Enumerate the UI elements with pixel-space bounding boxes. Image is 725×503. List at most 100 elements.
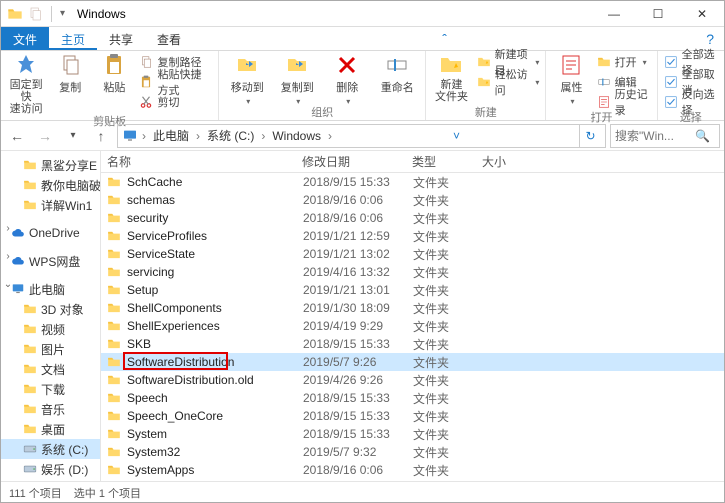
copy-to-button[interactable]: 复制到▾: [275, 53, 319, 106]
paste-button[interactable]: 粘贴: [95, 53, 133, 95]
up-button[interactable]: ↑: [89, 124, 113, 148]
table-row[interactable]: ShellExperiences2019/4/19 9:29文件夹: [101, 317, 724, 335]
table-row[interactable]: SKB2018/9/15 15:33文件夹: [101, 335, 724, 353]
nav-quick-3[interactable]: 详解Win1: [1, 195, 100, 215]
forward-button[interactable]: →: [33, 124, 57, 148]
nav-documents[interactable]: 文档: [1, 359, 100, 379]
history-button[interactable]: 历史记录: [597, 93, 651, 111]
folder-icon: [107, 373, 121, 387]
table-row[interactable]: ServiceState2019/1/21 13:02文件夹: [101, 245, 724, 263]
file-type: 文件夹: [413, 372, 483, 389]
ribbon: 固定到快 速访问 复制 粘贴 复制路径 粘贴快捷方式 剪切 剪贴板 移动到▾ 复…: [1, 51, 724, 121]
nav-quick-1[interactable]: 黑鲨分享E: [1, 155, 100, 175]
column-type[interactable]: 类型: [412, 153, 482, 170]
table-row[interactable]: SchCache2018/9/15 15:33文件夹: [101, 173, 724, 191]
file-name: System: [127, 427, 303, 441]
file-type: 文件夹: [413, 264, 483, 281]
paste-shortcut-button[interactable]: 粘贴快捷方式: [139, 73, 212, 91]
chevron-right-icon[interactable]: ›: [3, 223, 13, 234]
move-to-button[interactable]: 移动到▾: [225, 53, 269, 106]
table-row[interactable]: SoftwareDistribution2019/5/7 9:26文件夹: [101, 353, 724, 371]
table-row[interactable]: Speech_OneCore2018/9/15 15:33文件夹: [101, 407, 724, 425]
recent-locations-button[interactable]: ▾: [61, 124, 85, 148]
chevron-right-icon[interactable]: ›: [3, 251, 13, 262]
tab-file[interactable]: 文件: [1, 27, 49, 50]
close-button[interactable]: ✕: [680, 1, 724, 27]
file-date: 2018/9/16 0:06: [303, 211, 413, 225]
nav-pictures[interactable]: 图片: [1, 339, 100, 359]
table-row[interactable]: System322019/5/7 9:32文件夹: [101, 443, 724, 461]
file-type: 文件夹: [413, 318, 483, 335]
nav-onedrive[interactable]: OneDrive: [1, 223, 100, 243]
tab-home[interactable]: 主页: [49, 27, 97, 50]
folder-icon: [107, 265, 121, 279]
table-row[interactable]: SystemApps2018/9/16 0:06文件夹: [101, 461, 724, 479]
file-date: 2018/9/15 15:33: [303, 409, 413, 423]
crumb-drive[interactable]: 系统 (C:): [204, 127, 257, 144]
nav-videos[interactable]: 视频: [1, 319, 100, 339]
crumb-pc[interactable]: 此电脑: [150, 127, 192, 144]
column-name[interactable]: 名称: [107, 153, 302, 170]
open-button[interactable]: 打开▾: [597, 53, 651, 71]
qat-dropdown-icon[interactable]: ▾: [60, 8, 65, 19]
file-date: 2018/9/15 15:33: [303, 337, 413, 351]
file-date: 2018/9/15 15:33: [303, 175, 413, 189]
search-box[interactable]: 🔍: [610, 124, 720, 148]
nav-quick-2[interactable]: 教你电脑破: [1, 175, 100, 195]
invert-selection-button[interactable]: 反向选择: [664, 93, 718, 111]
search-input[interactable]: [615, 129, 695, 143]
table-row[interactable]: schemas2018/9/16 0:06文件夹: [101, 191, 724, 209]
properties-button[interactable]: 属性▾: [552, 53, 590, 106]
file-date: 2019/1/21 13:01: [303, 283, 413, 297]
delete-button[interactable]: 删除▾: [325, 53, 369, 106]
table-row[interactable]: servicing2019/4/16 13:32文件夹: [101, 263, 724, 281]
table-row[interactable]: Speech2018/9/15 15:33文件夹: [101, 389, 724, 407]
group-organize-label: 组织: [225, 106, 419, 120]
tab-share[interactable]: 共享: [97, 27, 145, 50]
column-size[interactable]: 大小: [482, 153, 724, 170]
copy-button[interactable]: 复制: [51, 53, 89, 95]
table-row[interactable]: System2018/9/15 15:33文件夹: [101, 425, 724, 443]
column-date[interactable]: 修改日期: [302, 153, 412, 170]
nav-wps[interactable]: WPS网盘: [1, 251, 100, 271]
maximize-button[interactable]: ☐: [636, 1, 680, 27]
table-row[interactable]: SystemResources2018/9/16 0:06文件夹: [101, 479, 724, 481]
address-dropdown-button[interactable]: ˅: [446, 125, 468, 147]
file-name: ShellExperiences: [127, 319, 303, 333]
minimize-button[interactable]: —: [592, 1, 636, 27]
back-button[interactable]: ←: [5, 124, 29, 148]
folder-icon: [107, 211, 121, 225]
nav-3d-objects[interactable]: 3D 对象: [1, 299, 100, 319]
breadcrumb[interactable]: › 此电脑 › 系统 (C:) › Windows › ˅ ↻: [117, 124, 606, 148]
new-folder-button[interactable]: 新建 文件夹: [432, 53, 470, 103]
navigation-pane[interactable]: 黑鲨分享E 教你电脑破 详解Win1 ›OneDrive ›WPS网盘 ⌄此电脑…: [1, 151, 101, 481]
nav-drive-d[interactable]: 娱乐 (D:): [1, 459, 100, 479]
file-type: 文件夹: [413, 444, 483, 461]
rename-button[interactable]: 重命名: [375, 53, 419, 95]
nav-downloads[interactable]: 下载: [1, 379, 100, 399]
pin-to-quick-access-button[interactable]: 固定到快 速访问: [7, 53, 45, 115]
search-icon: 🔍: [695, 129, 710, 143]
cut-button[interactable]: 剪切: [139, 93, 212, 111]
folder-icon: [107, 355, 121, 369]
nav-desktop[interactable]: 桌面: [1, 419, 100, 439]
file-date: 2019/1/21 12:59: [303, 229, 413, 243]
easy-access-button[interactable]: 轻松访问▾: [477, 73, 540, 91]
file-type: 文件夹: [413, 246, 483, 263]
nav-drive-c[interactable]: 系统 (C:): [1, 439, 100, 459]
table-row[interactable]: security2018/9/16 0:06文件夹: [101, 209, 724, 227]
refresh-button[interactable]: ↻: [579, 125, 601, 147]
table-row[interactable]: ShellComponents2019/1/30 18:09文件夹: [101, 299, 724, 317]
nav-this-pc[interactable]: 此电脑: [1, 279, 100, 299]
table-row[interactable]: ServiceProfiles2019/1/21 12:59文件夹: [101, 227, 724, 245]
table-row[interactable]: Setup2019/1/21 13:01文件夹: [101, 281, 724, 299]
crumb-folder[interactable]: Windows: [269, 129, 324, 143]
file-date: 2018/9/16 0:06: [303, 193, 413, 207]
nav-music[interactable]: 音乐: [1, 399, 100, 419]
file-name: security: [127, 211, 303, 225]
ribbon-collapse-icon[interactable]: ˆ: [432, 27, 457, 50]
tab-view[interactable]: 查看: [145, 27, 193, 50]
table-row[interactable]: SoftwareDistribution.old2019/4/26 9:26文件…: [101, 371, 724, 389]
nav-drive-e[interactable]: 软件 (E:): [1, 479, 100, 481]
chevron-down-icon[interactable]: ⌄: [3, 279, 13, 290]
